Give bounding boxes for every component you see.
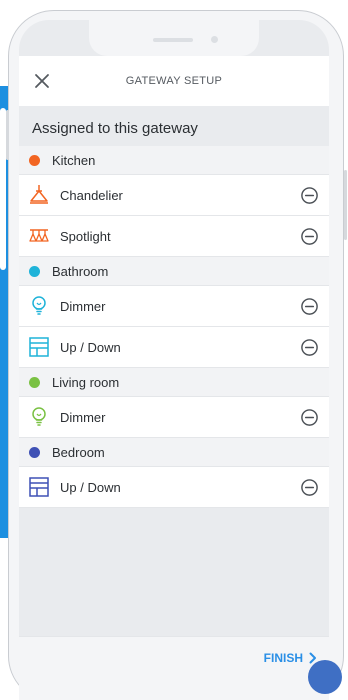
shutter-icon: [28, 476, 50, 498]
phone-notch: [89, 20, 259, 56]
power-button: [344, 170, 347, 240]
device-list: Kitchen Chandelier Spotlight Bathroom Dimmer…: [19, 146, 329, 508]
app-screen: GATEWAY SETUP Assigned to this gateway K…: [19, 20, 329, 700]
speaker: [153, 38, 193, 42]
floating-action-button[interactable]: [308, 660, 342, 694]
group-header: Kitchen: [19, 146, 329, 175]
device-label: Up / Down: [60, 479, 121, 495]
remove-icon[interactable]: [300, 227, 319, 246]
group-name: Bedroom: [52, 444, 105, 460]
group-color-dot: [29, 376, 40, 388]
page-title: GATEWAY SETUP: [125, 75, 223, 87]
close-icon[interactable]: [32, 71, 52, 91]
group-color-dot: [29, 265, 40, 277]
shutter-icon: [28, 336, 50, 358]
group-header: Living room: [19, 368, 329, 397]
group-name: Bathroom: [52, 263, 109, 279]
device-label: Up / Down: [60, 339, 121, 355]
device-row[interactable]: Up / Down: [19, 327, 329, 368]
spotlight-icon: [28, 225, 50, 247]
remove-icon[interactable]: [300, 408, 319, 427]
remove-icon[interactable]: [300, 338, 319, 357]
section-title: Assigned to this gateway: [32, 120, 198, 137]
device-row[interactable]: Dimmer: [19, 397, 329, 438]
device-row[interactable]: Chandelier: [19, 175, 329, 216]
device-label: Dimmer: [60, 298, 106, 314]
device-row[interactable]: Spotlight: [19, 216, 329, 257]
group-color-dot: [29, 154, 40, 166]
bulb-icon: [28, 406, 50, 428]
bulb-icon: [28, 295, 50, 317]
remove-icon[interactable]: [300, 297, 319, 316]
chandelier-icon: [28, 184, 50, 206]
front-camera: [211, 36, 218, 43]
group-color-dot: [29, 446, 40, 458]
device-row[interactable]: Up / Down: [19, 467, 329, 508]
group-name: Kitchen: [52, 152, 96, 168]
group-header: Bathroom: [19, 257, 329, 286]
group-header: Bedroom: [19, 438, 329, 467]
volume-button: [6, 110, 9, 160]
finish-button[interactable]: FINISH: [264, 651, 317, 665]
top-bar: GATEWAY SETUP: [19, 56, 329, 106]
device-label: Dimmer: [60, 409, 106, 425]
footer-bar: FINISH: [19, 636, 329, 700]
remove-icon[interactable]: [300, 186, 319, 205]
device-label: Chandelier: [60, 187, 123, 203]
finish-button-label: FINISH: [263, 651, 303, 665]
device-row[interactable]: Dimmer: [19, 286, 329, 327]
remove-icon[interactable]: [300, 478, 319, 497]
device-label: Spotlight: [60, 228, 111, 244]
group-name: Living room: [52, 374, 120, 390]
